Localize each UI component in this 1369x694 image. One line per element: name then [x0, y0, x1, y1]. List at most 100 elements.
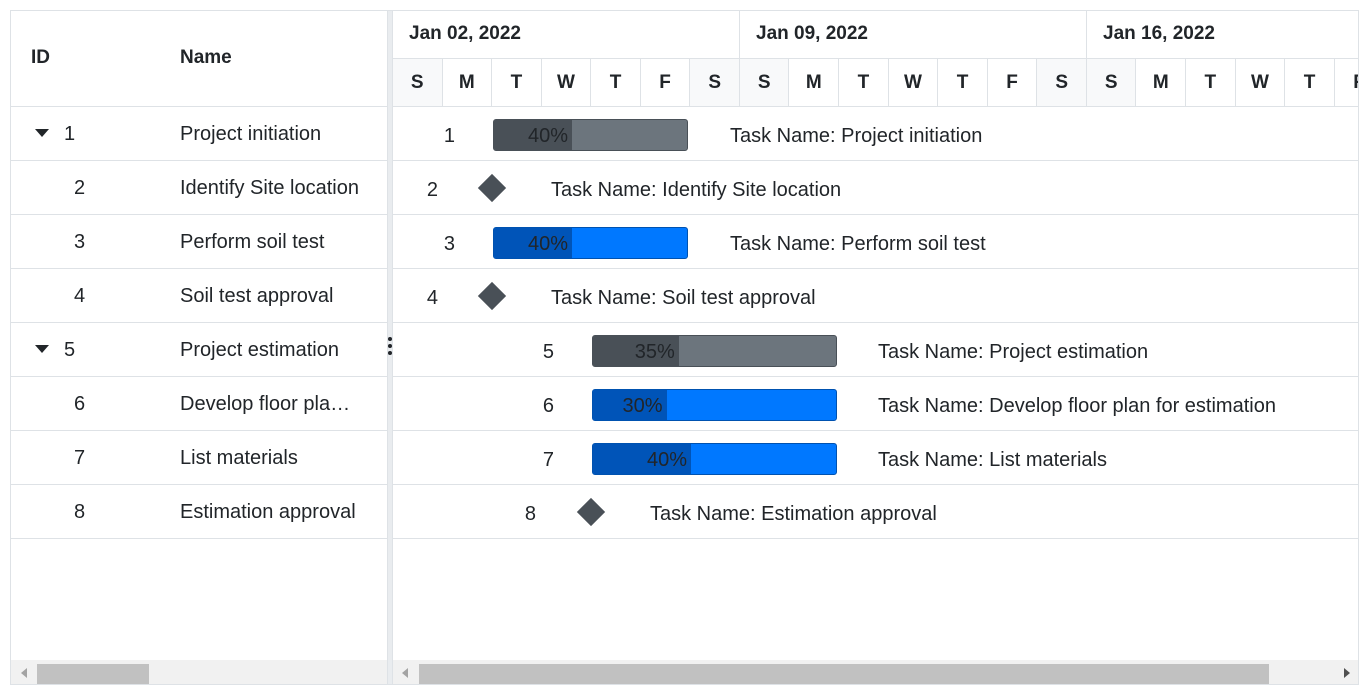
day-header: S: [1037, 59, 1087, 106]
grid-row[interactable]: 5 Project estimation: [11, 323, 387, 377]
timeline-days: SMTWTFSSMTWTFSSMTWTF: [393, 59, 1358, 107]
week-header: Jan 02, 2022: [393, 11, 740, 59]
gantt-chart: ID Name 1 Project initiation 2 Identify …: [10, 10, 1359, 685]
task-right-label: Task Name: List materials: [878, 449, 1107, 471]
row-task-id: 3: [443, 233, 455, 255]
row-task-id: 8: [524, 503, 536, 525]
timeline-weeks: Jan 02, 2022 Jan 09, 2022 Jan 16, 2022: [393, 11, 1358, 59]
day-header: W: [1236, 59, 1286, 106]
grid-row[interactable]: 1 Project initiation: [11, 107, 387, 161]
day-header: F: [641, 59, 691, 106]
row-id: 6: [74, 393, 86, 415]
grid-horizontal-scrollbar[interactable]: [11, 660, 387, 684]
milestone-diamond-icon[interactable]: [576, 497, 606, 527]
week-header: Jan 16, 2022: [1087, 11, 1358, 59]
task-right-label: Task Name: Identify Site location: [551, 179, 842, 201]
day-header: S: [690, 59, 740, 106]
day-header: T: [938, 59, 988, 106]
row-name: Perform soil test: [180, 231, 325, 253]
task-right-label: Task Name: Project initiation: [730, 125, 983, 147]
task-progress-label: 40%: [527, 233, 568, 255]
grid-row[interactable]: 7 List materials: [11, 431, 387, 485]
grid-body: 1 Project initiation 2 Identify Site loc…: [11, 107, 387, 539]
row-name: Project initiation: [180, 123, 322, 145]
day-header: M: [790, 59, 840, 106]
grid-row[interactable]: 3 Perform soil test: [11, 215, 387, 269]
day-header: M: [443, 59, 493, 106]
row-task-id: 1: [443, 125, 455, 147]
day-header: S: [393, 59, 443, 106]
day-header: T: [1186, 59, 1236, 106]
task-progress-label: 30%: [622, 395, 663, 417]
collapse-caret-icon[interactable]: [35, 129, 49, 137]
task-grid: ID Name 1 Project initiation 2 Identify …: [11, 11, 387, 684]
day-header: W: [542, 59, 592, 106]
task-progress-label: 35%: [634, 341, 675, 363]
task-right-label: Task Name: Estimation approval: [650, 503, 937, 525]
chart-row: 2 Task Name: Identify Site location: [393, 161, 1358, 215]
scroll-left-arrow-icon[interactable]: [21, 668, 27, 678]
day-header: T: [492, 59, 542, 106]
chart-row: 1 40% Task Name: Project initiation: [393, 107, 1358, 161]
row-id: 5: [64, 339, 76, 361]
chart-row: 6 30% Task Name: Develop floor plan for es…: [393, 377, 1358, 431]
grid-scroll-thumb[interactable]: [37, 664, 149, 684]
collapse-caret-icon[interactable]: [35, 345, 49, 353]
scroll-left-arrow-icon[interactable]: [402, 668, 408, 678]
column-header-id[interactable]: ID: [31, 47, 50, 69]
milestone-diamond-icon[interactable]: [477, 281, 507, 311]
milestone-diamond-icon[interactable]: [477, 173, 507, 203]
chart-row: 3 40% Task Name: Perform soil test: [393, 215, 1358, 269]
row-id: 2: [74, 177, 86, 199]
grid-row[interactable]: 2 Identify Site location: [11, 161, 387, 215]
row-name: Develop floor pla…: [180, 393, 351, 415]
chart-row: 4 Task Name: Soil test approval: [393, 269, 1358, 323]
chart-pane: Jan 02, 2022 Jan 09, 2022 Jan 16, 2022 S…: [393, 11, 1358, 684]
grid-row[interactable]: 4 Soil test approval: [11, 269, 387, 323]
task-right-label: Task Name: Develop floor plan for estima…: [878, 395, 1276, 417]
row-task-id: 7: [542, 449, 554, 471]
day-header: S: [739, 59, 790, 106]
chart-scroll-thumb[interactable]: [419, 664, 1269, 684]
day-header: S: [1086, 59, 1137, 106]
row-id: 8: [74, 501, 86, 523]
chart-body: 1 40% Task Name: Project initiation 2 Task N…: [393, 107, 1358, 539]
chart-horizontal-scrollbar[interactable]: [393, 660, 1358, 684]
row-id: 3: [74, 231, 86, 253]
task-bar[interactable]: 40%: [592, 443, 837, 475]
task-progress-label: 40%: [527, 125, 568, 147]
row-name: Soil test approval: [180, 285, 334, 307]
day-header: F: [1335, 59, 1358, 106]
parent-task-bar[interactable]: 40%: [493, 119, 688, 151]
row-task-id: 2: [426, 179, 438, 201]
task-right-label: Task Name: Soil test approval: [551, 287, 816, 309]
day-header: W: [889, 59, 939, 106]
row-task-id: 4: [426, 287, 438, 309]
row-name: Project estimation: [180, 339, 339, 361]
column-header-name[interactable]: Name: [180, 47, 232, 69]
chart-row: 8 Task Name: Estimation approval: [393, 485, 1358, 539]
row-task-id: 6: [542, 395, 554, 417]
row-name: Estimation approval: [180, 501, 356, 523]
grid-row[interactable]: 6 Develop floor pla…: [11, 377, 387, 431]
task-progress-label: 40%: [646, 449, 687, 471]
day-header: T: [591, 59, 641, 106]
task-bar[interactable]: 30%: [592, 389, 837, 421]
day-header: T: [839, 59, 889, 106]
day-header: F: [988, 59, 1038, 106]
chart-row: 5 35% Task Name: Project estimation: [393, 323, 1358, 377]
scroll-right-arrow-icon[interactable]: [1344, 668, 1350, 678]
row-id: 7: [74, 447, 86, 469]
row-name: Identify Site location: [180, 177, 359, 199]
grid-row[interactable]: 8 Estimation approval: [11, 485, 387, 539]
day-header: T: [1285, 59, 1335, 106]
row-id: 4: [74, 285, 86, 307]
row-id: 1: [64, 123, 76, 145]
task-right-label: Task Name: Project estimation: [878, 341, 1149, 363]
chart-row: 7 40% Task Name: List materials: [393, 431, 1358, 485]
week-header: Jan 09, 2022: [740, 11, 1087, 59]
task-right-label: Task Name: Perform soil test: [730, 233, 986, 255]
parent-task-bar[interactable]: 35%: [592, 335, 837, 367]
task-bar[interactable]: 40%: [493, 227, 688, 259]
grid-header: ID Name: [11, 11, 387, 107]
